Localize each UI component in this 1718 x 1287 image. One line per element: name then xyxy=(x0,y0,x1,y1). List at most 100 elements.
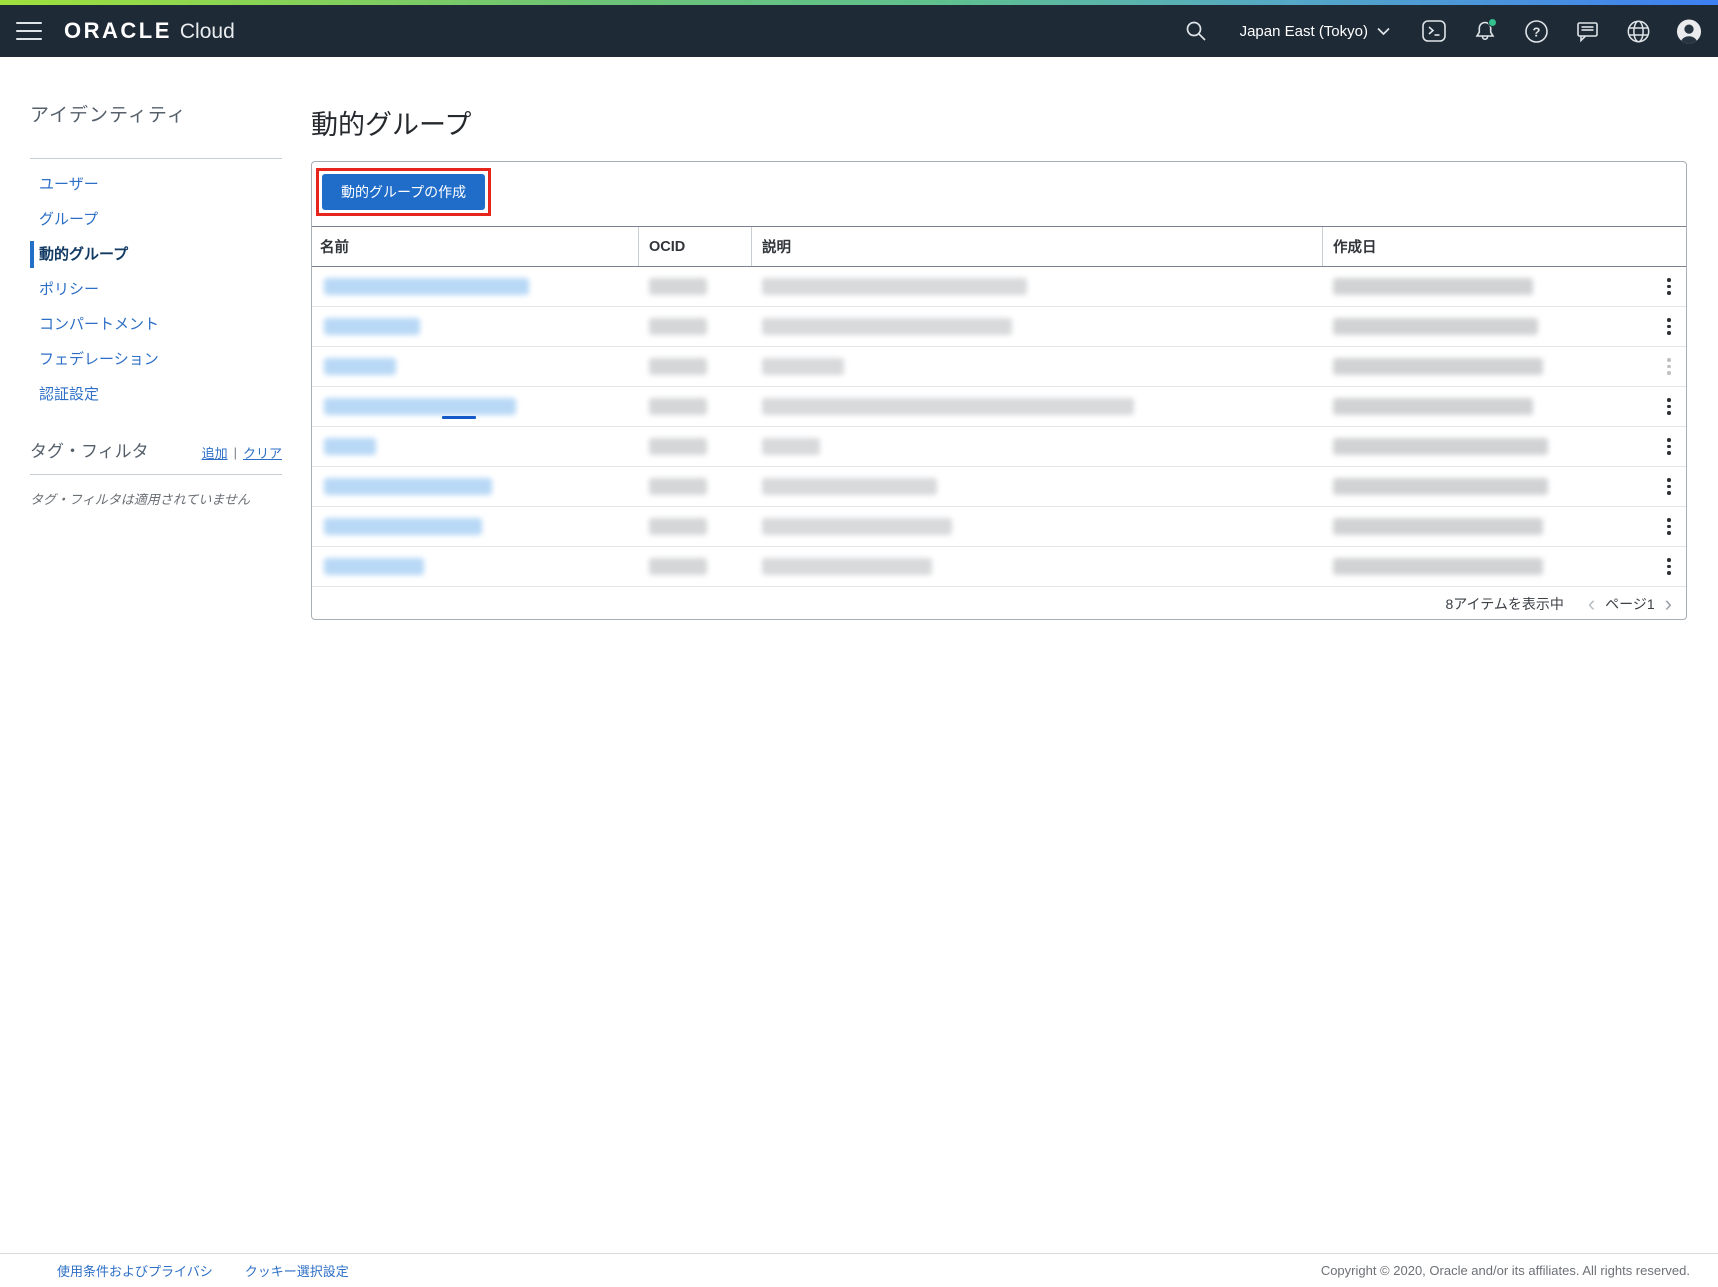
tag-filter-separator: | xyxy=(234,445,237,460)
user-avatar[interactable] xyxy=(1676,18,1702,44)
redacted-created-date xyxy=(1333,558,1543,575)
sidebar-heading: アイデンティティ xyxy=(30,100,282,128)
redacted-name-link[interactable] xyxy=(324,558,424,575)
pagination-prev-icon[interactable]: ‹ xyxy=(1588,593,1595,615)
table-row xyxy=(312,387,1686,427)
redacted-created-date xyxy=(1333,278,1533,295)
column-header-created: 作成日 xyxy=(1323,227,1686,266)
sidebar-item-auth-settings[interactable]: 認証設定 xyxy=(30,377,282,412)
cloud-shell-icon[interactable] xyxy=(1421,18,1447,44)
feedback-chat-icon[interactable] xyxy=(1574,18,1600,44)
table-header-row: 名前 OCID 説明 作成日 xyxy=(312,226,1686,267)
terms-privacy-link[interactable]: 使用条件およびプライバシ xyxy=(57,1261,213,1280)
topbar-actions: Japan East (Tokyo) xyxy=(1183,18,1702,44)
redacted-created-date xyxy=(1333,318,1538,335)
redacted-created-date xyxy=(1333,398,1533,415)
create-dynamic-group-button[interactable]: 動的グループの作成 xyxy=(322,174,485,210)
tag-filter-section: タグ・フィルタ 追加 | クリア タグ・フィルタは適用されていません xyxy=(30,436,282,508)
redacted-created-date xyxy=(1333,518,1543,535)
tag-filter-clear-link[interactable]: クリア xyxy=(243,443,282,462)
oracle-cloud-logo: ORACLE Cloud xyxy=(64,18,235,44)
oracle-cloud-console: ORACLE Cloud Japan East (Tokyo) xyxy=(0,0,1718,1287)
redacted-description xyxy=(762,358,844,375)
tag-filter-divider xyxy=(30,474,282,475)
redacted-name-link[interactable] xyxy=(324,278,529,295)
sidebar-item-label: 認証設定 xyxy=(39,386,99,403)
row-actions-kebab-icon[interactable] xyxy=(1660,275,1678,299)
row-actions-kebab-icon[interactable] xyxy=(1660,435,1678,459)
redacted-description xyxy=(762,398,1134,415)
page-footer: 使用条件およびプライバシ クッキー選択設定 Copyright © 2020, … xyxy=(0,1253,1718,1287)
redacted-created-date xyxy=(1333,478,1548,495)
dynamic-groups-panel: 動的グループの作成 名前 OCID 説明 作成日 xyxy=(311,161,1687,620)
region-selector[interactable]: Japan East (Tokyo) xyxy=(1240,23,1390,40)
search-icon[interactable] xyxy=(1183,18,1209,44)
redacted-ocid xyxy=(649,558,707,575)
table-row xyxy=(312,507,1686,547)
row-actions-kebab-icon[interactable] xyxy=(1660,315,1678,339)
help-icon[interactable]: ? xyxy=(1523,18,1549,44)
brand-cloud: Cloud xyxy=(180,20,235,44)
table-body xyxy=(312,267,1686,587)
table-row xyxy=(312,467,1686,507)
sidebar-item-users[interactable]: ユーザー xyxy=(30,167,282,202)
main-content: 動的グループ 動的グループの作成 名前 OCID 説明 作成日 xyxy=(311,95,1687,620)
redacted-created-date xyxy=(1333,358,1543,375)
tag-filter-empty-note: タグ・フィルタは適用されていません xyxy=(30,489,282,508)
redacted-name-link[interactable] xyxy=(324,358,396,375)
brand-oracle: ORACLE xyxy=(64,18,172,44)
row-actions-kebab-icon[interactable] xyxy=(1660,555,1678,579)
row-actions-kebab-icon[interactable] xyxy=(1660,395,1678,419)
sidebar-item-label: 動的グループ xyxy=(39,246,128,263)
redacted-ocid xyxy=(649,358,707,375)
sidebar-nav: ユーザー グループ 動的グループ ポリシー コンパートメント フェデレーション … xyxy=(30,167,282,412)
row-actions-kebab-icon[interactable] xyxy=(1660,355,1678,379)
redacted-name-link[interactable] xyxy=(324,518,482,535)
sidebar-item-groups[interactable]: グループ xyxy=(30,202,282,237)
sidebar-divider xyxy=(30,158,282,159)
active-indicator-bar xyxy=(30,241,34,268)
sidebar-item-federation[interactable]: フェデレーション xyxy=(30,342,282,377)
column-header-name: 名前 xyxy=(312,227,639,266)
tag-filter-heading: タグ・フィルタ xyxy=(30,437,149,462)
redacted-description xyxy=(762,558,932,575)
pagination-page-label: ページ1 xyxy=(1605,594,1655,614)
redacted-name-link[interactable] xyxy=(324,438,376,455)
sidebar-item-dynamic-groups[interactable]: 動的グループ xyxy=(30,237,282,272)
table-row xyxy=(312,347,1686,387)
sidebar: アイデンティティ ユーザー グループ 動的グループ ポリシー コンパートメント … xyxy=(30,100,282,508)
redacted-name-link[interactable] xyxy=(324,398,516,415)
svg-text:?: ? xyxy=(1532,24,1540,39)
redacted-description xyxy=(762,278,1027,295)
redacted-ocid xyxy=(649,518,707,535)
pagination-next-icon[interactable]: › xyxy=(1665,593,1672,615)
redacted-ocid xyxy=(649,478,707,495)
redacted-name-link[interactable] xyxy=(324,478,492,495)
column-header-ocid: OCID xyxy=(639,227,752,266)
redacted-description xyxy=(762,438,820,455)
sidebar-item-policies[interactable]: ポリシー xyxy=(30,272,282,307)
region-label: Japan East (Tokyo) xyxy=(1240,23,1368,40)
chevron-down-icon xyxy=(1377,27,1390,36)
sidebar-item-label: ユーザー xyxy=(39,176,99,193)
sidebar-item-label: ポリシー xyxy=(39,281,99,298)
table-row xyxy=(312,307,1686,347)
items-count-label: 8アイテムを表示中 xyxy=(1445,594,1563,614)
sidebar-item-compartments[interactable]: コンパートメント xyxy=(30,307,282,342)
notifications-bell-icon[interactable] xyxy=(1472,18,1498,44)
row-actions-kebab-icon[interactable] xyxy=(1660,475,1678,499)
redacted-created-date xyxy=(1333,438,1548,455)
annotation-highlight-box: 動的グループの作成 xyxy=(316,168,491,216)
sidebar-item-label: グループ xyxy=(39,211,98,228)
row-actions-kebab-icon[interactable] xyxy=(1660,515,1678,539)
tag-filter-add-link[interactable]: 追加 xyxy=(202,443,228,462)
notification-dot xyxy=(1488,18,1497,27)
pagination-bar: 8アイテムを表示中 ‹ ページ1 › xyxy=(312,587,1686,620)
hamburger-menu-icon[interactable] xyxy=(16,22,42,40)
cookie-preferences-link[interactable]: クッキー選択設定 xyxy=(245,1261,349,1280)
copyright-text: Copyright © 2020, Oracle and/or its affi… xyxy=(1321,1263,1690,1278)
redacted-name-link[interactable] xyxy=(324,318,420,335)
sidebar-item-label: コンパートメント xyxy=(39,316,159,333)
globe-language-icon[interactable] xyxy=(1625,18,1651,44)
panel-toolbar: 動的グループの作成 xyxy=(312,162,1686,226)
